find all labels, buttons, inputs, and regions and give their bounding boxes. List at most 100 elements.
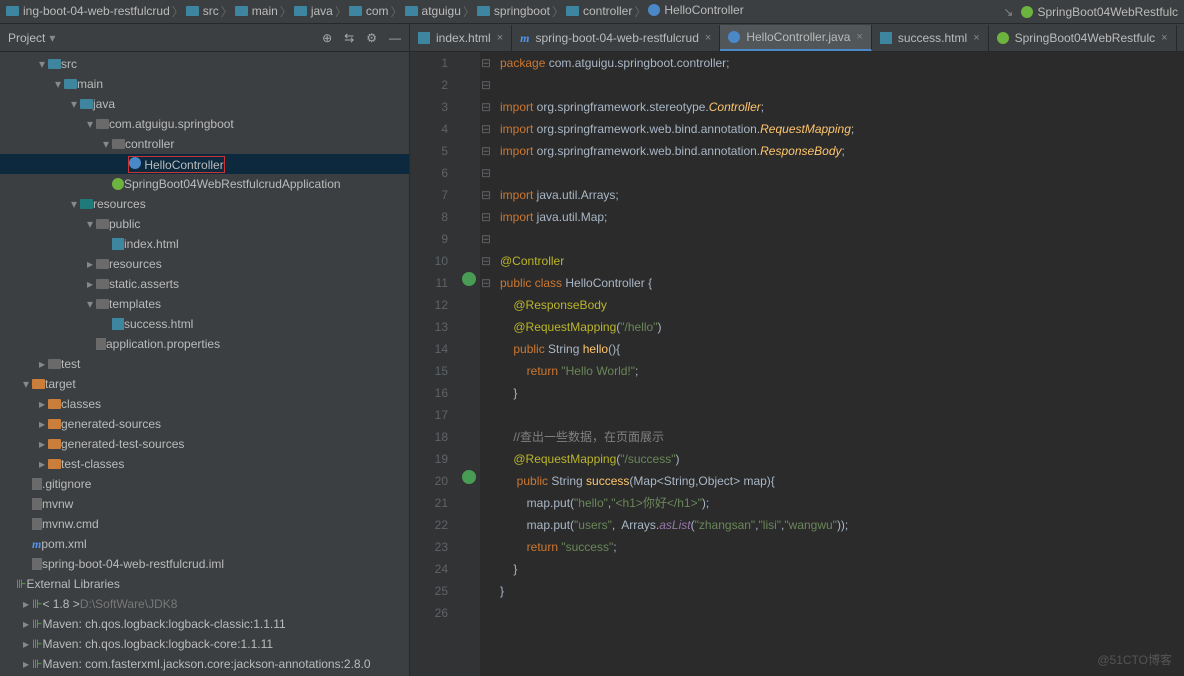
- editor-tab[interactable]: mspring-boot-04-web-restfulcrud ×: [512, 25, 720, 51]
- tree-arrow-icon[interactable]: ▾: [20, 377, 32, 391]
- fold-marker[interactable]: ⊟: [480, 162, 492, 184]
- breadcrumb-item[interactable]: com: [349, 4, 389, 18]
- tree-item[interactable]: ▾ resources: [0, 194, 409, 214]
- tree-item[interactable]: ▾ main: [0, 74, 409, 94]
- tree-item[interactable]: ▸ static.asserts: [0, 274, 409, 294]
- code-editor[interactable]: 1234567891011121314151617181920212223242…: [410, 52, 1184, 676]
- tree-arrow-icon[interactable]: ▾: [84, 297, 96, 311]
- code-line[interactable]: public String hello(){: [500, 338, 1184, 360]
- tree-item[interactable]: ⊪External Libraries: [0, 574, 409, 594]
- code-line[interactable]: import org.springframework.stereotype.Co…: [500, 96, 1184, 118]
- tree-item[interactable]: HelloController: [0, 154, 409, 174]
- tree-arrow-icon[interactable]: ▸: [20, 637, 32, 651]
- code-line[interactable]: return "Hello World!";: [500, 360, 1184, 382]
- tree-item[interactable]: ▸ generated-sources: [0, 414, 409, 434]
- code-line[interactable]: }: [500, 580, 1184, 602]
- fold-marker[interactable]: ⊟: [480, 140, 492, 162]
- close-icon[interactable]: ×: [705, 32, 711, 44]
- tree-item[interactable]: ▸ classes: [0, 394, 409, 414]
- tree-arrow-icon[interactable]: ▸: [36, 417, 48, 431]
- editor-tab[interactable]: success.html ×: [872, 25, 989, 51]
- close-icon[interactable]: ×: [856, 31, 862, 43]
- editor-tab[interactable]: index.html ×: [410, 25, 512, 51]
- code-line[interactable]: @Controller: [500, 250, 1184, 272]
- tree-item[interactable]: mvnw: [0, 494, 409, 514]
- tree-arrow-icon[interactable]: ▾: [100, 137, 112, 151]
- code-line[interactable]: public String success(Map<String,Object>…: [500, 470, 1184, 492]
- breadcrumb-item[interactable]: java: [294, 4, 333, 18]
- tree-arrow-icon[interactable]: ▸: [36, 357, 48, 371]
- code-line[interactable]: public class HelloController {: [500, 272, 1184, 294]
- target-icon[interactable]: ⊕: [322, 31, 332, 45]
- code-line[interactable]: import org.springframework.web.bind.anno…: [500, 140, 1184, 162]
- tree-item[interactable]: SpringBoot04WebRestfulcrudApplication: [0, 174, 409, 194]
- spring-gutter-icon[interactable]: [462, 272, 476, 286]
- code-line[interactable]: [500, 404, 1184, 426]
- code-line[interactable]: package com.atguigu.springboot.controlle…: [500, 52, 1184, 74]
- code-line[interactable]: @RequestMapping("/success"): [500, 448, 1184, 470]
- breadcrumb-item[interactable]: springboot: [477, 4, 550, 18]
- code-line[interactable]: import java.util.Arrays;: [500, 184, 1184, 206]
- breadcrumb-item[interactable]: src: [186, 4, 219, 18]
- tree-item[interactable]: ▸ test: [0, 354, 409, 374]
- fold-marker[interactable]: ⊟: [480, 74, 492, 96]
- tree-item[interactable]: ▾ src: [0, 54, 409, 74]
- hammer-icon[interactable]: ↘: [1003, 5, 1013, 19]
- tree-item[interactable]: ▾ target: [0, 374, 409, 394]
- code-line[interactable]: }: [500, 382, 1184, 404]
- breadcrumb-item[interactable]: atguigu: [405, 4, 461, 18]
- editor-tab[interactable]: HelloController.java ×: [720, 25, 872, 51]
- code-line[interactable]: return "success";: [500, 536, 1184, 558]
- fold-marker[interactable]: ⊟: [480, 96, 492, 118]
- fold-marker[interactable]: ⊟: [480, 250, 492, 272]
- code-line[interactable]: }: [500, 558, 1184, 580]
- tree-item[interactable]: ▸ resources: [0, 254, 409, 274]
- code-line[interactable]: map.put("users", Arrays.asList("zhangsan…: [500, 514, 1184, 536]
- code-line[interactable]: [500, 228, 1184, 250]
- tree-item[interactable]: spring-boot-04-web-restfulcrud.iml: [0, 554, 409, 574]
- tree-arrow-icon[interactable]: ▾: [68, 97, 80, 111]
- tree-arrow-icon[interactable]: ▾: [36, 57, 48, 71]
- tree-item[interactable]: ▸ generated-test-sources: [0, 434, 409, 454]
- run-config[interactable]: SpringBoot04WebRestfulc: [1021, 5, 1178, 19]
- tree-item[interactable]: ▾ java: [0, 94, 409, 114]
- tree-arrow-icon[interactable]: ▾: [84, 217, 96, 231]
- project-tree[interactable]: ▾ src ▾ main ▾ java ▾ com.atguigu.spring…: [0, 52, 409, 676]
- tree-item[interactable]: index.html: [0, 234, 409, 254]
- tree-arrow-icon[interactable]: ▸: [20, 597, 32, 611]
- fold-marker[interactable]: ⊟: [480, 272, 492, 294]
- tree-arrow-icon[interactable]: ▸: [36, 397, 48, 411]
- project-title[interactable]: Project ▾: [8, 31, 55, 45]
- code-line[interactable]: @ResponseBody: [500, 294, 1184, 316]
- tree-item[interactable]: ▸ ⊪Maven: com.fasterxml.jackson.core:jac…: [0, 654, 409, 674]
- tree-arrow-icon[interactable]: ▸: [36, 437, 48, 451]
- tree-arrow-icon[interactable]: ▾: [68, 197, 80, 211]
- code-line[interactable]: //查出一些数据，在页面展示: [500, 426, 1184, 448]
- code-line[interactable]: [500, 602, 1184, 624]
- close-icon[interactable]: ×: [497, 32, 503, 44]
- breadcrumb-item[interactable]: main: [235, 4, 278, 18]
- hide-icon[interactable]: —: [389, 31, 401, 45]
- tree-item[interactable]: .gitignore: [0, 474, 409, 494]
- tree-item[interactable]: success.html: [0, 314, 409, 334]
- code-line[interactable]: import org.springframework.web.bind.anno…: [500, 118, 1184, 140]
- tree-arrow-icon[interactable]: ▸: [20, 617, 32, 631]
- code-line[interactable]: [500, 74, 1184, 96]
- fold-marker[interactable]: ⊟: [480, 118, 492, 140]
- tree-arrow-icon[interactable]: ▸: [20, 657, 32, 671]
- close-icon[interactable]: ×: [1161, 32, 1167, 44]
- tree-item[interactable]: ▾ controller: [0, 134, 409, 154]
- tree-arrow-icon[interactable]: ▸: [84, 257, 96, 271]
- tree-item[interactable]: ▸ test-classes: [0, 454, 409, 474]
- tree-item[interactable]: ▸ ⊪Maven: ch.qos.logback:logback-core:1.…: [0, 634, 409, 654]
- tree-item[interactable]: ▾ public: [0, 214, 409, 234]
- gear-icon[interactable]: ⚙: [366, 31, 377, 45]
- tree-arrow-icon[interactable]: ▸: [36, 457, 48, 471]
- code-line[interactable]: map.put("hello","<h1>你好</h1>");: [500, 492, 1184, 514]
- breadcrumb-item[interactable]: ing-boot-04-web-restfulcrud: [6, 4, 170, 18]
- tree-item[interactable]: ▾ templates: [0, 294, 409, 314]
- tree-arrow-icon[interactable]: ▾: [84, 117, 96, 131]
- breadcrumb-item[interactable]: controller: [566, 4, 632, 18]
- code-line[interactable]: import java.util.Map;: [500, 206, 1184, 228]
- collapse-icon[interactable]: ⇆: [344, 31, 354, 45]
